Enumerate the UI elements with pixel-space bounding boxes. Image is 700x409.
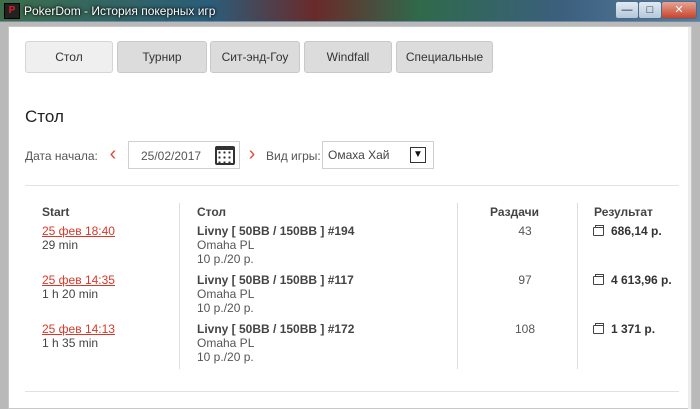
table-row[interactable]: 25 фев 18:40 29 min Livny [ 50BB / 150BB… [25, 224, 679, 272]
tab-sit-and-go[interactable]: Сит-энд-Гоу [210, 41, 300, 73]
chevron-right-icon[interactable]: › [245, 143, 259, 165]
window-title: PokerDom - История покерных игр [24, 4, 216, 18]
start-date-field[interactable]: 25/02/2017 [128, 141, 240, 169]
scrollbar[interactable] [688, 27, 691, 409]
result-value: 686,14 р. [611, 224, 662, 238]
table-row[interactable]: 25 фев 14:13 1 h 35 min Livny [ 50BB / 1… [25, 322, 679, 370]
session-start-link[interactable]: 25 фев 18:40 [42, 224, 115, 238]
table-row[interactable]: 25 фев 14:35 1 h 20 min Livny [ 50BB / 1… [25, 273, 679, 321]
stakes: 10 р./20 р. [197, 252, 254, 266]
session-duration: 1 h 35 min [42, 336, 99, 350]
tab-table[interactable]: Стол [25, 41, 113, 73]
hands-count: 108 [514, 322, 536, 336]
divider-bottom [25, 391, 679, 392]
session-result: 686,14 р. [593, 224, 677, 238]
result-value: 4 613,96 р. [611, 273, 672, 287]
table-name: Livny [ 50BB / 150BB ] #194 [197, 224, 355, 238]
wallet-icon [593, 274, 604, 285]
section-title: Стол [25, 107, 64, 126]
header-hands: Раздачи [490, 205, 539, 219]
session-duration: 29 min [42, 238, 79, 252]
minimize-button[interactable]: — [615, 1, 639, 19]
maximize-button[interactable]: □ [638, 1, 662, 19]
header-result: Результат [594, 205, 653, 219]
wallet-icon [593, 323, 604, 334]
session-duration: 1 h 20 min [42, 287, 99, 301]
game-type-value: Омаха Хай [328, 148, 390, 162]
history-panel: Стол Турнир Сит-энд-Гоу Windfall Специал… [8, 26, 692, 409]
hands-count: 97 [518, 273, 532, 287]
table-name: Livny [ 50BB / 150BB ] #172 [197, 322, 355, 336]
game-type-label: Вид игры: [266, 149, 321, 163]
wallet-icon [593, 225, 604, 236]
session-result: 4 613,96 р. [593, 273, 677, 287]
sessions-table: Start Стол Раздачи Результат 25 фев 18:4… [25, 197, 679, 371]
start-date-label: Дата начала: [25, 149, 98, 163]
pokerdom-app-icon: P [4, 3, 20, 19]
calendar-icon[interactable] [215, 146, 235, 165]
filter-row: Дата начала: ‹ 25/02/2017 › Вид игры: Ом… [25, 141, 665, 169]
stakes: 10 р./20 р. [197, 301, 254, 315]
chevron-down-icon[interactable]: ▼ [410, 147, 426, 163]
session-result: 1 371 р. [593, 322, 677, 336]
start-date-value: 25/02/2017 [141, 149, 202, 163]
tab-windfall[interactable]: Windfall [304, 41, 392, 73]
divider-top [25, 185, 679, 186]
game-type: Omaha PL [197, 287, 255, 301]
session-start-link[interactable]: 25 фев 14:13 [42, 322, 115, 336]
header-table: Стол [197, 205, 227, 219]
table-name: Livny [ 50BB / 150BB ] #117 [197, 273, 354, 287]
stakes: 10 р./20 р. [197, 350, 254, 364]
title-bar[interactable]: P PokerDom - История покерных игр — □ ✕ [0, 0, 700, 22]
tab-special[interactable]: Специальные [396, 41, 493, 73]
hands-count: 43 [518, 224, 532, 238]
session-start-link[interactable]: 25 фев 14:35 [42, 273, 115, 287]
chevron-left-icon[interactable]: ‹ [106, 143, 120, 165]
game-type: Omaha PL [197, 336, 255, 350]
tab-tournament[interactable]: Турнир [117, 41, 207, 73]
close-button[interactable]: ✕ [661, 1, 697, 19]
header-start: Start [42, 205, 70, 219]
result-value: 1 371 р. [611, 322, 656, 336]
game-type-select[interactable]: Омаха Хай ▼ [322, 141, 434, 169]
game-type: Omaha PL [197, 238, 255, 252]
